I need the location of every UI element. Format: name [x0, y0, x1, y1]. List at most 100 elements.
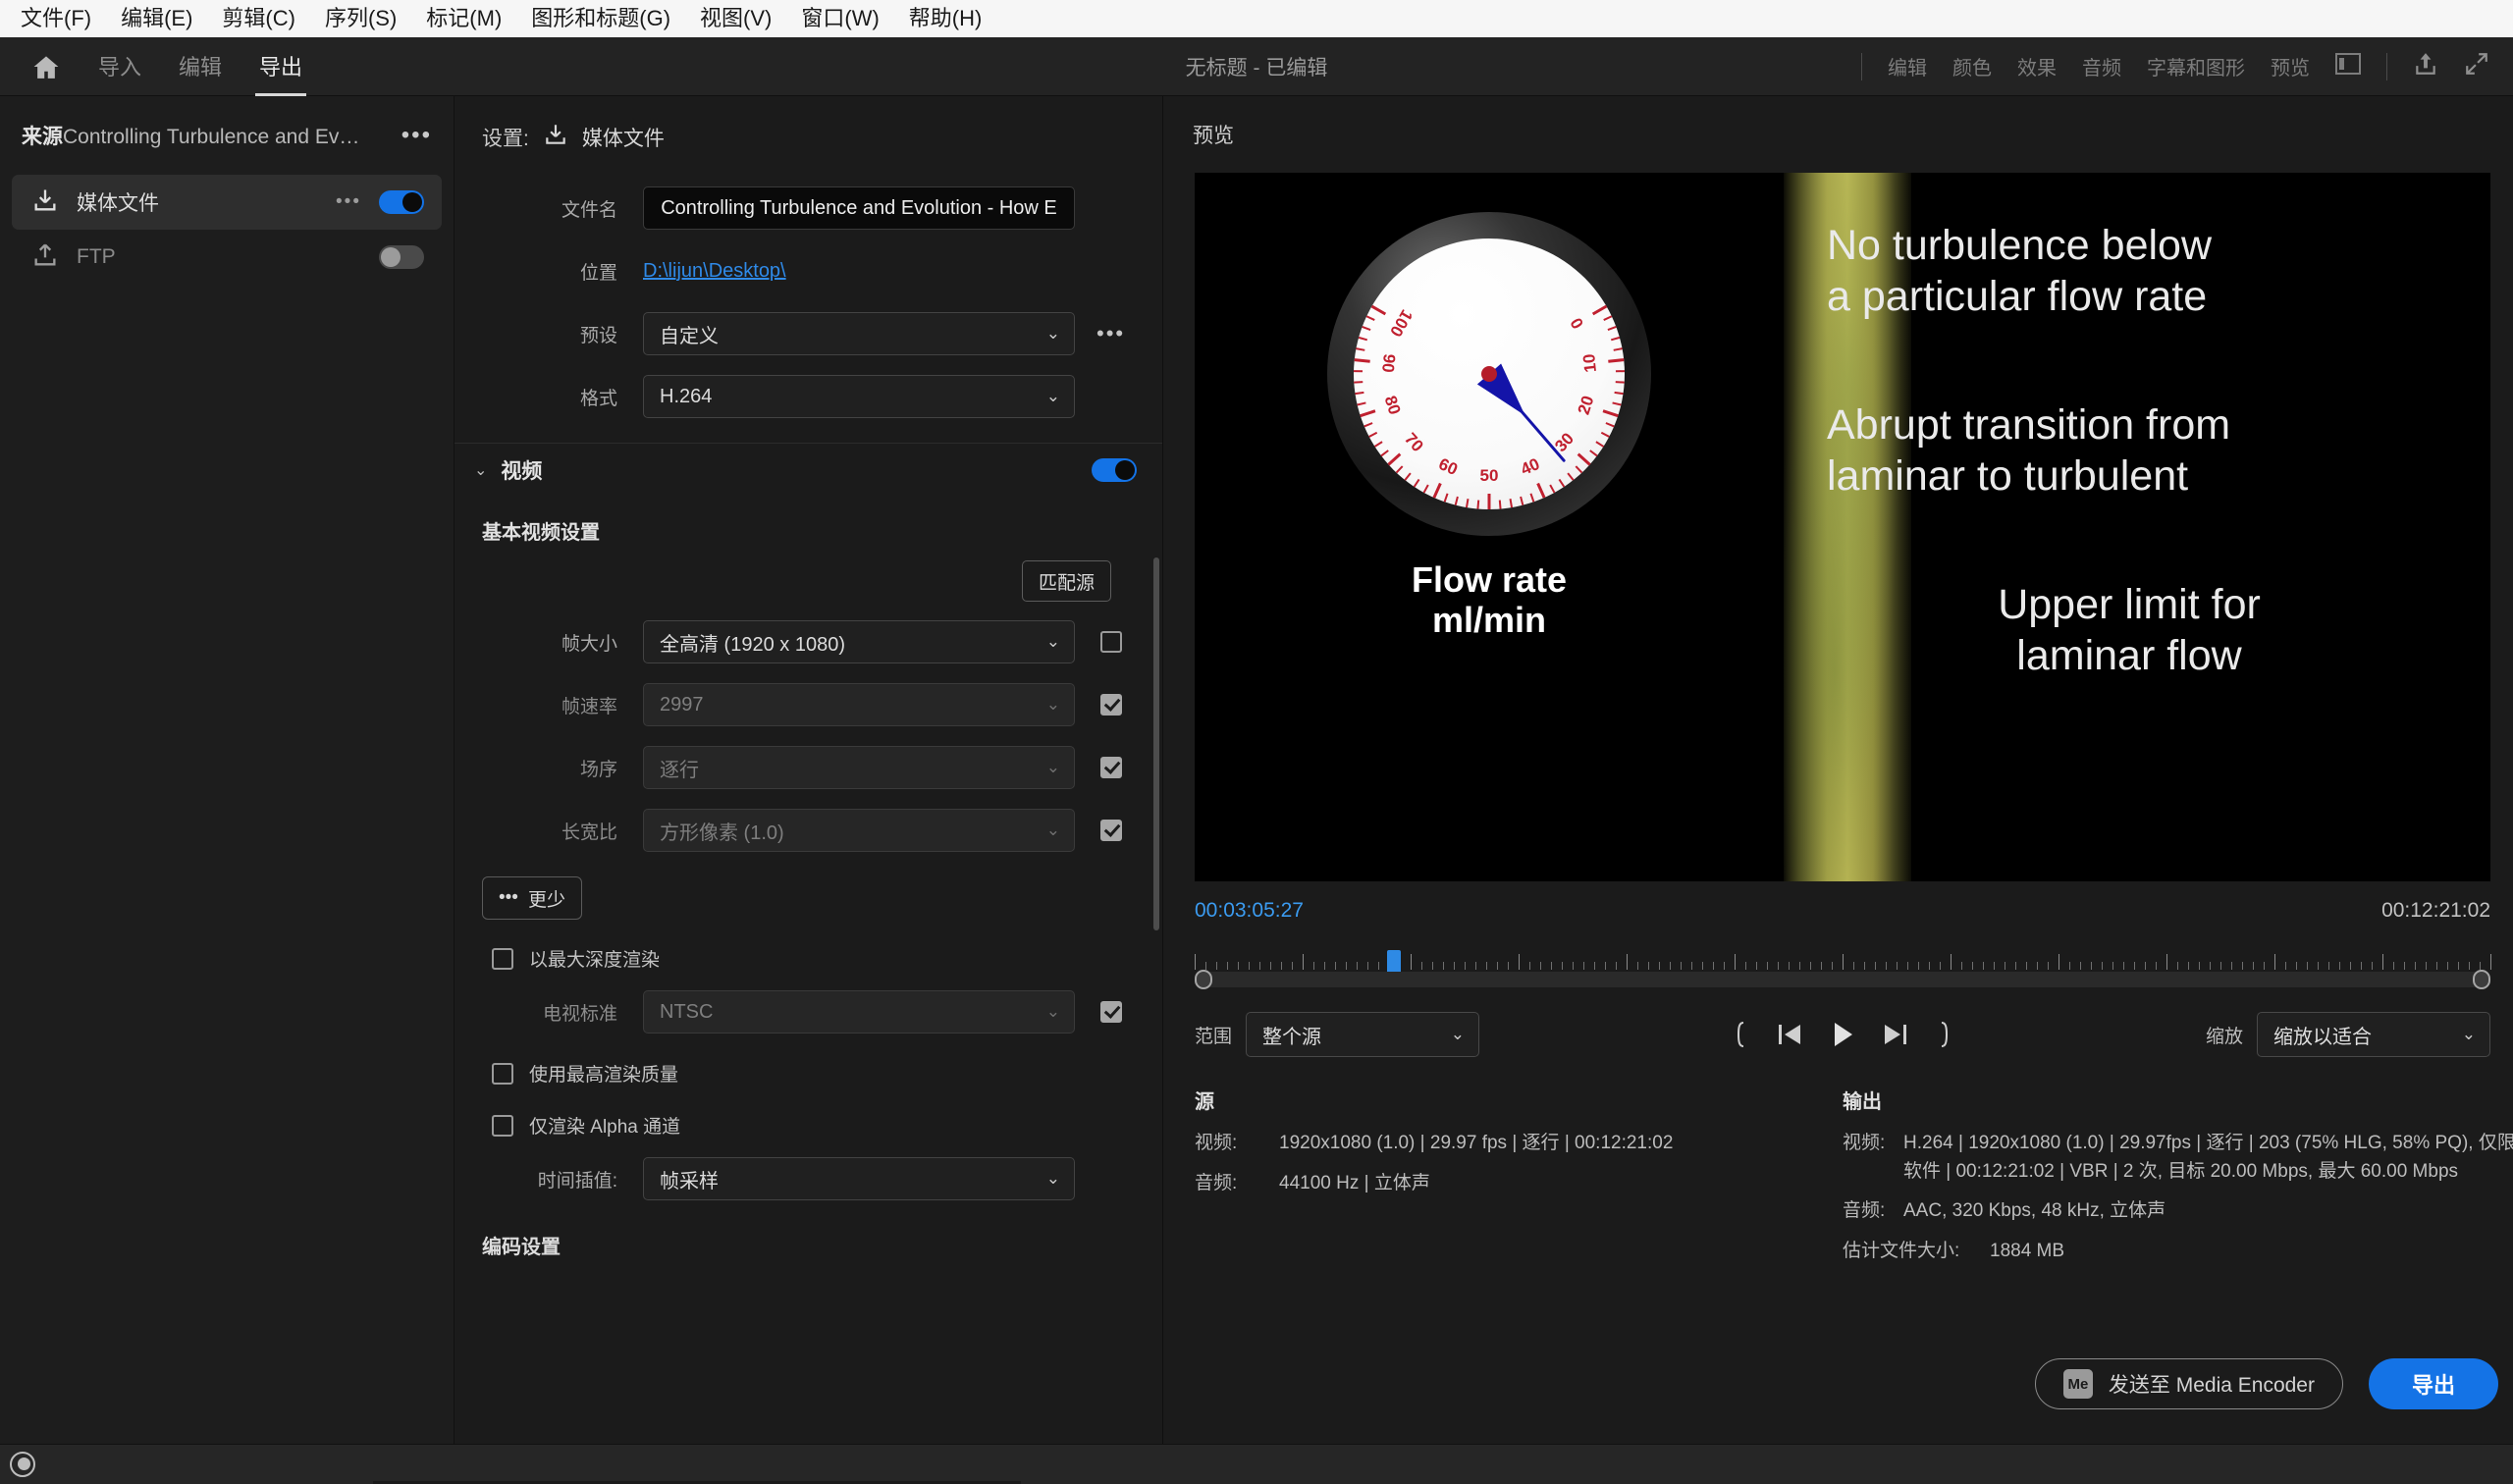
- estimated-size-value: 1884 MB: [1990, 1240, 2065, 1261]
- gauge-tick-label: 0: [1567, 314, 1588, 333]
- step-back-icon[interactable]: [1775, 1022, 1804, 1047]
- preset-options-icon[interactable]: •••: [1096, 323, 1125, 344]
- menu-item-help[interactable]: 帮助(H): [894, 0, 997, 37]
- scrubber-tick: [2210, 962, 2211, 970]
- scrubber-tick: [1702, 962, 1703, 970]
- gauge-tick-label: 80: [1380, 394, 1405, 417]
- alpha-only-checkbox[interactable]: [492, 1114, 513, 1137]
- workspace-audio[interactable]: 音频: [2082, 52, 2121, 80]
- play-icon[interactable]: [1830, 1021, 1855, 1048]
- filename-input[interactable]: Controlling Turbulence and Evolution - H…: [643, 186, 1075, 230]
- sidebar-item-media-file[interactable]: 媒体文件 •••: [12, 175, 442, 230]
- source-options-icon[interactable]: •••: [401, 124, 432, 147]
- sidebar-item-ftp[interactable]: FTP: [12, 230, 442, 285]
- frame-rate-select[interactable]: 2997 ⌄: [643, 683, 1075, 726]
- scrubber-tick: [1497, 962, 1498, 970]
- field-order-checkbox[interactable]: [1100, 757, 1122, 778]
- render-max-depth-row[interactable]: 以最大深度渲染: [492, 945, 1162, 972]
- gauge-bezel: 0 10 20 30 40 50 60 70 80 90 100: [1327, 212, 1651, 536]
- preset-select[interactable]: 自定义 ⌄: [643, 312, 1075, 355]
- chevron-down-icon[interactable]: ⌄: [474, 460, 487, 480]
- source-video-key: 视频:: [1195, 1133, 1238, 1153]
- scrubber-tick: [2231, 962, 2232, 970]
- timecode-out[interactable]: 00:12:21:02: [2381, 899, 2490, 923]
- match-source-button[interactable]: 匹配源: [1021, 560, 1111, 602]
- in-point-icon[interactable]: [1730, 1021, 1749, 1048]
- workspace-edit[interactable]: 编辑: [1888, 52, 1927, 80]
- playhead[interactable]: [1387, 950, 1401, 980]
- tab-import[interactable]: 导入: [98, 37, 141, 96]
- frame-rate-checkbox[interactable]: [1100, 694, 1122, 716]
- menu-item-marker[interactable]: 标记(M): [411, 0, 516, 37]
- video-section-toggle[interactable]: [1092, 458, 1137, 482]
- range-select[interactable]: 整个源 ⌄: [1246, 1012, 1480, 1057]
- aspect-ratio-checkbox[interactable]: [1100, 820, 1122, 841]
- source-header: 来源Controlling Turbulence and Evoluti... …: [0, 114, 454, 157]
- toggle-knob: [381, 247, 401, 267]
- menu-item-edit[interactable]: 编辑(E): [106, 0, 207, 37]
- scrubber-tick: [2469, 962, 2470, 970]
- time-interpolation-select[interactable]: 帧采样 ⌄: [643, 1157, 1075, 1200]
- workspace-captions-graphics[interactable]: 字幕和图形: [2147, 52, 2245, 80]
- max-render-quality-label: 使用最高渲染质量: [529, 1065, 679, 1086]
- range-handle-left[interactable]: [1195, 970, 1212, 989]
- alpha-only-row[interactable]: 仅渲染 Alpha 通道: [492, 1112, 1162, 1139]
- menu-item-view[interactable]: 视图(V): [685, 0, 786, 37]
- aspect-ratio-select[interactable]: 方形像素 (1.0) ⌄: [643, 809, 1075, 852]
- field-order-select[interactable]: 逐行 ⌄: [643, 746, 1075, 789]
- scrubber-tick: [1983, 962, 1984, 970]
- menu-item-graphics[interactable]: 图形和标题(G): [516, 0, 685, 37]
- range-track[interactable]: [1195, 972, 2490, 987]
- zoom-select[interactable]: 缩放以适合 ⌄: [2257, 1012, 2490, 1057]
- send-to-media-encoder-button[interactable]: Me 发送至 Media Encoder: [2034, 1358, 2343, 1409]
- media-file-toggle[interactable]: [379, 190, 424, 214]
- scrubber-tick: [2350, 962, 2351, 970]
- scrubber-tick: [1508, 962, 1509, 970]
- step-forward-icon[interactable]: [1881, 1022, 1910, 1047]
- tv-standard-select[interactable]: NTSC ⌄: [643, 990, 1075, 1034]
- range-handle-right[interactable]: [2473, 970, 2490, 989]
- menu-item-clip[interactable]: 剪辑(C): [207, 0, 310, 37]
- media-file-options-icon[interactable]: •••: [336, 192, 361, 211]
- workspace-color[interactable]: 颜色: [1952, 52, 1992, 80]
- format-select[interactable]: H.264 ⌄: [643, 375, 1075, 418]
- chevron-down-icon: ⌄: [1045, 324, 1060, 343]
- timecode-in[interactable]: 00:03:05:27: [1195, 899, 1304, 923]
- max-render-quality-row[interactable]: 使用最高渲染质量: [492, 1060, 1162, 1086]
- scrubber-tick: [2447, 962, 2448, 970]
- tv-standard-value: NTSC: [660, 1000, 714, 1023]
- home-icon[interactable]: [29, 52, 63, 81]
- creative-cloud-icon[interactable]: [10, 1452, 35, 1477]
- scrubber-tick: [2048, 962, 2049, 970]
- scrubber-tick: [2339, 962, 2340, 970]
- fullscreen-icon[interactable]: [2464, 51, 2489, 81]
- menu-item-window[interactable]: 窗口(W): [786, 0, 893, 37]
- video-preview[interactable]: 0 10 20 30 40 50 60 70 80 90 100 Flow rate ml/min …: [1195, 173, 2490, 881]
- workspace-preview[interactable]: 预览: [2271, 52, 2310, 80]
- panel-layout-icon[interactable]: [2335, 53, 2361, 80]
- gauge-tick: [1356, 347, 1365, 351]
- gauge-tick: [1422, 484, 1429, 494]
- menu-item-sequence[interactable]: 序列(S): [310, 0, 411, 37]
- frame-size-select[interactable]: 全高清 (1920 x 1080) ⌄: [643, 620, 1075, 663]
- tab-export[interactable]: 导出: [255, 37, 307, 96]
- tab-edit[interactable]: 编辑: [179, 37, 222, 96]
- location-link[interactable]: D:\lijun\Desktop\: [643, 260, 786, 283]
- render-max-depth-checkbox[interactable]: [492, 947, 513, 970]
- frame-size-checkbox[interactable]: [1100, 631, 1122, 653]
- out-point-icon[interactable]: [1936, 1021, 1955, 1048]
- export-button[interactable]: 导出: [2368, 1358, 2498, 1409]
- tv-standard-checkbox[interactable]: [1100, 1001, 1122, 1023]
- max-render-quality-checkbox[interactable]: [492, 1062, 513, 1085]
- gauge-tick: [1602, 409, 1619, 418]
- menu-item-file[interactable]: 文件(F): [6, 0, 106, 37]
- workspace-effects[interactable]: 效果: [2017, 52, 2057, 80]
- output-info: 输出 视频: H.264 | 1920x1080 (1.0) | 29.97fp…: [1843, 1086, 2513, 1277]
- toggle-knob: [402, 192, 422, 212]
- share-icon[interactable]: [2413, 51, 2438, 81]
- ftp-toggle[interactable]: [379, 245, 424, 269]
- scrubber[interactable]: [1195, 936, 2491, 991]
- less-button[interactable]: ••• 更少: [482, 876, 582, 920]
- settings-scrollbar[interactable]: [1153, 557, 1159, 930]
- video-section-header[interactable]: ⌄ 视频: [454, 446, 1162, 495]
